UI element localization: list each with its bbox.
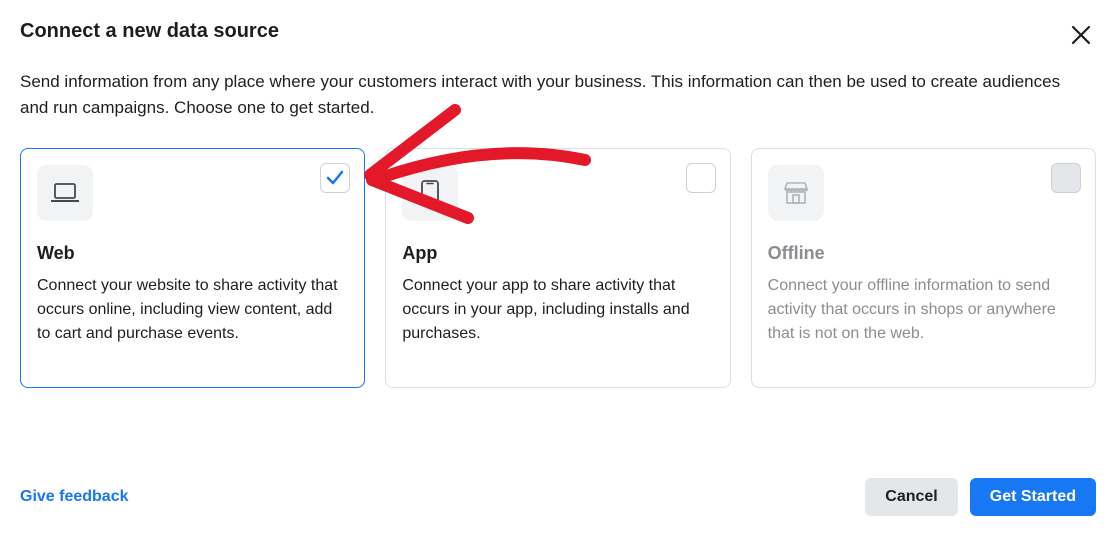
checkmark-icon <box>325 168 345 188</box>
option-desc-offline: Connect your offline information to send… <box>768 274 1079 346</box>
dialog-subtitle: Send information from any place where yo… <box>20 69 1070 120</box>
store-icon <box>783 181 809 205</box>
option-checkbox-app[interactable] <box>686 163 716 193</box>
footer-row: Give feedback Cancel Get Started <box>20 478 1096 516</box>
cancel-button[interactable]: Cancel <box>865 478 957 516</box>
laptop-icon <box>51 183 79 203</box>
option-title-app: App <box>402 243 713 264</box>
option-card-app[interactable]: App Connect your app to share activity t… <box>385 148 730 388</box>
phone-icon <box>421 180 439 206</box>
offline-icon-box <box>768 165 824 221</box>
button-group: Cancel Get Started <box>865 478 1096 516</box>
option-desc-app: Connect your app to share activity that … <box>402 274 713 346</box>
app-icon-box <box>402 165 458 221</box>
feedback-link[interactable]: Give feedback <box>20 488 129 506</box>
option-checkbox-web[interactable] <box>320 163 350 193</box>
close-icon <box>1070 24 1092 49</box>
option-card-web[interactable]: Web Connect your website to share activi… <box>20 148 365 388</box>
close-button[interactable] <box>1066 20 1096 53</box>
web-icon-box <box>37 165 93 221</box>
dialog-title: Connect a new data source <box>20 20 279 43</box>
option-title-offline: Offline <box>768 243 1079 264</box>
option-checkbox-offline[interactable] <box>1051 163 1081 193</box>
option-cards: Web Connect your website to share activi… <box>20 148 1096 388</box>
option-desc-web: Connect your website to share activity t… <box>37 274 348 346</box>
get-started-button[interactable]: Get Started <box>970 478 1096 516</box>
option-card-offline[interactable]: Offline Connect your offline information… <box>751 148 1096 388</box>
option-title-web: Web <box>37 243 348 264</box>
